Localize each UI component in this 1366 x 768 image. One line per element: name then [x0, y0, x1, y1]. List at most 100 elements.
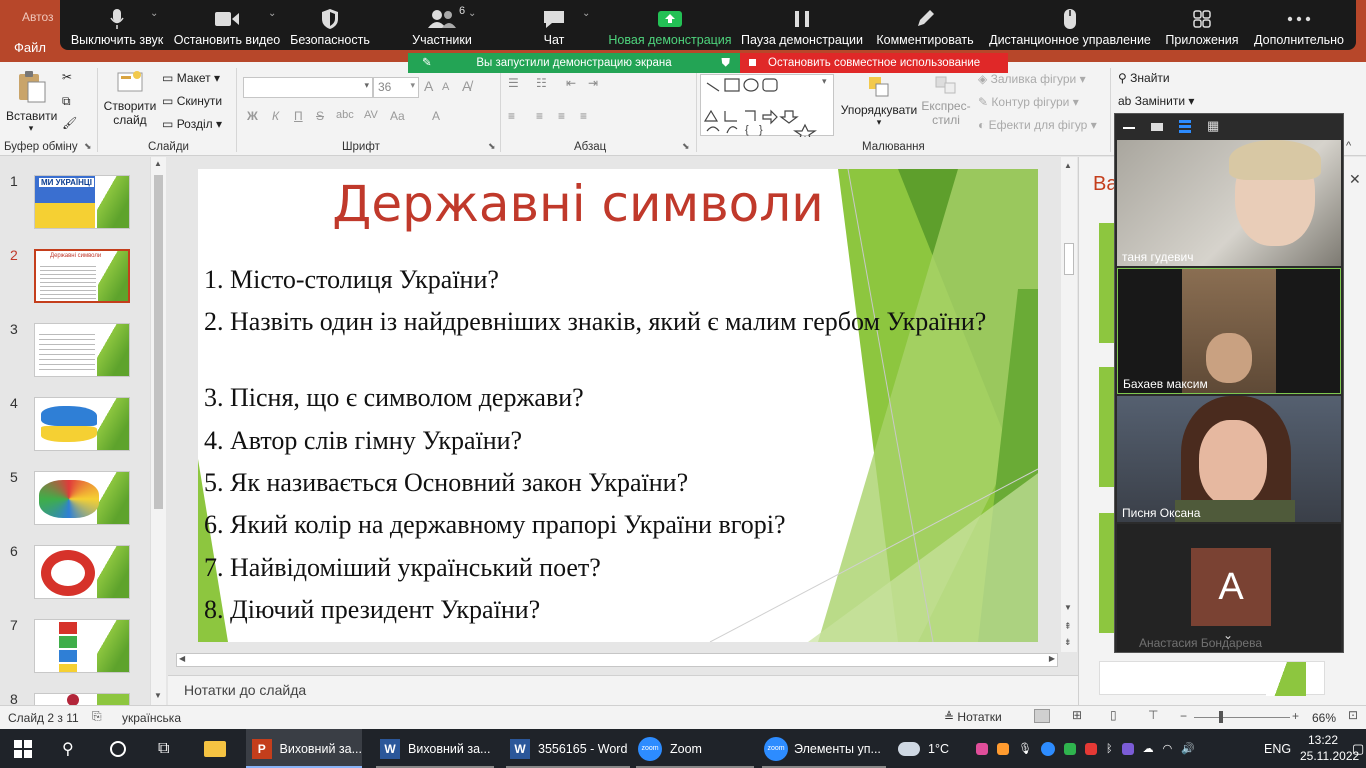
- fit-slide-icon[interactable]: ⊡: [1348, 708, 1358, 722]
- thumbnail-view-icon[interactable]: [1151, 123, 1163, 131]
- slide-canvas[interactable]: Державні символи 1. Місто-столиця Україн…: [198, 169, 1038, 642]
- gallery-view-icon[interactable]: ▦: [1207, 119, 1219, 132]
- font-launcher-icon[interactable]: ⬊: [488, 141, 496, 152]
- onedrive-icon[interactable]: ☁: [1143, 742, 1154, 755]
- more-button[interactable]: Дополнительно: [1248, 0, 1350, 50]
- paragraph-launcher-icon[interactable]: ⬊: [682, 141, 690, 152]
- spacing-button[interactable]: AV: [364, 109, 378, 121]
- layout-button[interactable]: ▭ Макет ▾: [162, 71, 220, 85]
- remote-control-button[interactable]: Дистанционное управление: [986, 0, 1154, 50]
- wifi-icon[interactable]: ◠: [1163, 742, 1173, 755]
- quick-styles-button[interactable]: Експрес- стилі: [920, 74, 972, 127]
- slide-thumbnail-5[interactable]: [34, 471, 130, 525]
- paste-button[interactable]: Вставити ▾: [6, 70, 57, 134]
- bullets-icon[interactable]: ☰: [508, 76, 519, 90]
- zoom-level[interactable]: 66%: [1312, 711, 1336, 725]
- grow-font-icon[interactable]: A: [424, 78, 433, 94]
- file-tab[interactable]: Файл: [0, 34, 60, 62]
- justify-icon[interactable]: ≡: [580, 109, 587, 123]
- participant-video[interactable]: Писня Оксана: [1117, 396, 1341, 522]
- pin-icon[interactable]: ✎: [422, 53, 432, 73]
- shapes-more-icon[interactable]: ▾: [822, 76, 827, 87]
- shapes-gallery[interactable]: {}: [700, 74, 834, 143]
- align-center-icon[interactable]: ≡: [536, 109, 543, 123]
- slide-thumbnail-6[interactable]: [34, 545, 130, 599]
- slide-thumbnail-3[interactable]: [34, 323, 130, 377]
- app-tray-icon[interactable]: [1063, 742, 1076, 755]
- windows-start-icon[interactable]: [14, 729, 34, 768]
- chevron-down-icon[interactable]: ⌄: [468, 8, 476, 19]
- file-explorer-icon[interactable]: [204, 729, 226, 768]
- chevron-down-icon[interactable]: ⌄: [268, 8, 276, 19]
- zoom-slider[interactable]: [1194, 717, 1290, 718]
- taskbar-app-word-1[interactable]: W Виховний за...: [376, 729, 494, 768]
- app-tray-icon[interactable]: [1084, 742, 1097, 755]
- task-view-icon[interactable]: ⧉: [158, 729, 169, 768]
- taskbar-app-powerpoint[interactable]: P Виховний за...: [246, 729, 362, 768]
- cut-icon[interactable]: ✂: [62, 70, 72, 84]
- shape-fill-button[interactable]: ◈ Заливка фігури ▾: [978, 72, 1086, 86]
- editor-vscrollbar[interactable]: ▲ ▼ ⇞ ⇟: [1061, 157, 1077, 652]
- chevron-down-icon[interactable]: ⌄: [150, 8, 158, 19]
- search-icon[interactable]: ⚲: [62, 729, 74, 768]
- close-icon[interactable]: ✕: [1349, 171, 1361, 188]
- pause-share-button[interactable]: Пауза демонстрации: [740, 0, 864, 50]
- participant-video[interactable]: таня гудевич: [1117, 140, 1341, 266]
- chat-button[interactable]: Чат: [518, 0, 590, 50]
- zoom-slider-thumb[interactable]: [1219, 711, 1223, 723]
- speaker-view-icon[interactable]: [1179, 120, 1191, 123]
- clear-format-icon[interactable]: A̸: [462, 78, 471, 94]
- replace-button[interactable]: ab Замінити ▾: [1118, 94, 1194, 108]
- reading-view-icon[interactable]: ▯: [1110, 708, 1117, 722]
- slide-thumbnail-4[interactable]: [34, 397, 130, 451]
- annotate-button[interactable]: Комментировать: [872, 0, 978, 50]
- shape-effects-button[interactable]: ◐ Ефекти для фігур ▾: [978, 118, 1097, 132]
- app-tray-icon[interactable]: [1121, 742, 1134, 755]
- underline-button[interactable]: П: [294, 109, 303, 123]
- font-color-button[interactable]: A: [432, 109, 440, 123]
- security-button[interactable]: Безопасность: [286, 0, 374, 50]
- copy-icon[interactable]: ⧉: [62, 94, 71, 109]
- slide-thumbnail-2[interactable]: Державні символи: [34, 249, 130, 303]
- slide-thumbnail-7[interactable]: [34, 619, 130, 673]
- numbering-icon[interactable]: ☷: [536, 76, 547, 90]
- microphone-icon[interactable]: 🎙: [1018, 742, 1032, 755]
- normal-view-icon[interactable]: [1034, 709, 1050, 723]
- collapse-ribbon-icon[interactable]: ^: [1346, 140, 1351, 152]
- find-button[interactable]: ⚲ Знайти: [1118, 71, 1170, 85]
- participant-video-active-speaker[interactable]: Бахаев максим: [1117, 268, 1341, 394]
- app-tray-icon[interactable]: [997, 742, 1009, 755]
- clock[interactable]: 13:22 25.11.2022: [1300, 732, 1359, 764]
- new-share-button[interactable]: Новая демонстрация: [608, 0, 732, 50]
- stop-video-button[interactable]: Остановить видео: [172, 0, 282, 50]
- reset-button[interactable]: ▭ Скинути: [162, 94, 222, 108]
- font-size-field[interactable]: 36 ▾: [373, 77, 419, 98]
- bluetooth-icon[interactable]: ᛒ: [1106, 743, 1113, 755]
- taskbar-app-zoom[interactable]: zoom Zoom: [636, 729, 754, 768]
- shrink-font-icon[interactable]: A: [442, 81, 449, 93]
- align-right-icon[interactable]: ≡: [558, 109, 565, 123]
- proofing-icon[interactable]: ⎘: [92, 709, 102, 724]
- case-button[interactable]: Aa: [390, 109, 405, 123]
- app-tray-icon[interactable]: [976, 742, 988, 755]
- shape-outline-button[interactable]: ✎ Контур фігури ▾: [978, 95, 1079, 109]
- participant-video[interactable]: A ⌄ Анастасия Бондарева: [1117, 524, 1341, 652]
- chevron-down-icon[interactable]: ⌄: [582, 8, 590, 19]
- slideshow-icon[interactable]: ⊤: [1148, 708, 1158, 722]
- volume-icon[interactable]: 🔊: [1181, 742, 1195, 755]
- editor-hscrollbar[interactable]: ◀ ▶: [176, 653, 1058, 667]
- italic-button[interactable]: К: [272, 109, 279, 123]
- shadow-button[interactable]: abc: [336, 109, 354, 121]
- align-left-icon[interactable]: ≡: [508, 109, 515, 123]
- section-button[interactable]: ▭ Розділ ▾: [162, 117, 222, 131]
- zoom-tray-icon[interactable]: [1040, 741, 1055, 756]
- zoom-in-icon[interactable]: +: [1292, 709, 1299, 723]
- increase-indent-icon[interactable]: ⇥: [588, 76, 598, 90]
- font-name-field[interactable]: ▾: [243, 77, 373, 98]
- zoom-out-icon[interactable]: −: [1180, 709, 1187, 723]
- taskbar-app-word-2[interactable]: W 3556165 - Word: [506, 729, 630, 768]
- thumbnails-scrollbar[interactable]: ▲ ▼: [150, 157, 166, 705]
- notes-pane[interactable]: Нотатки до слайда: [168, 675, 1078, 705]
- apps-button[interactable]: Приложения: [1158, 0, 1246, 50]
- format-painter-icon[interactable]: 🖌: [62, 116, 77, 130]
